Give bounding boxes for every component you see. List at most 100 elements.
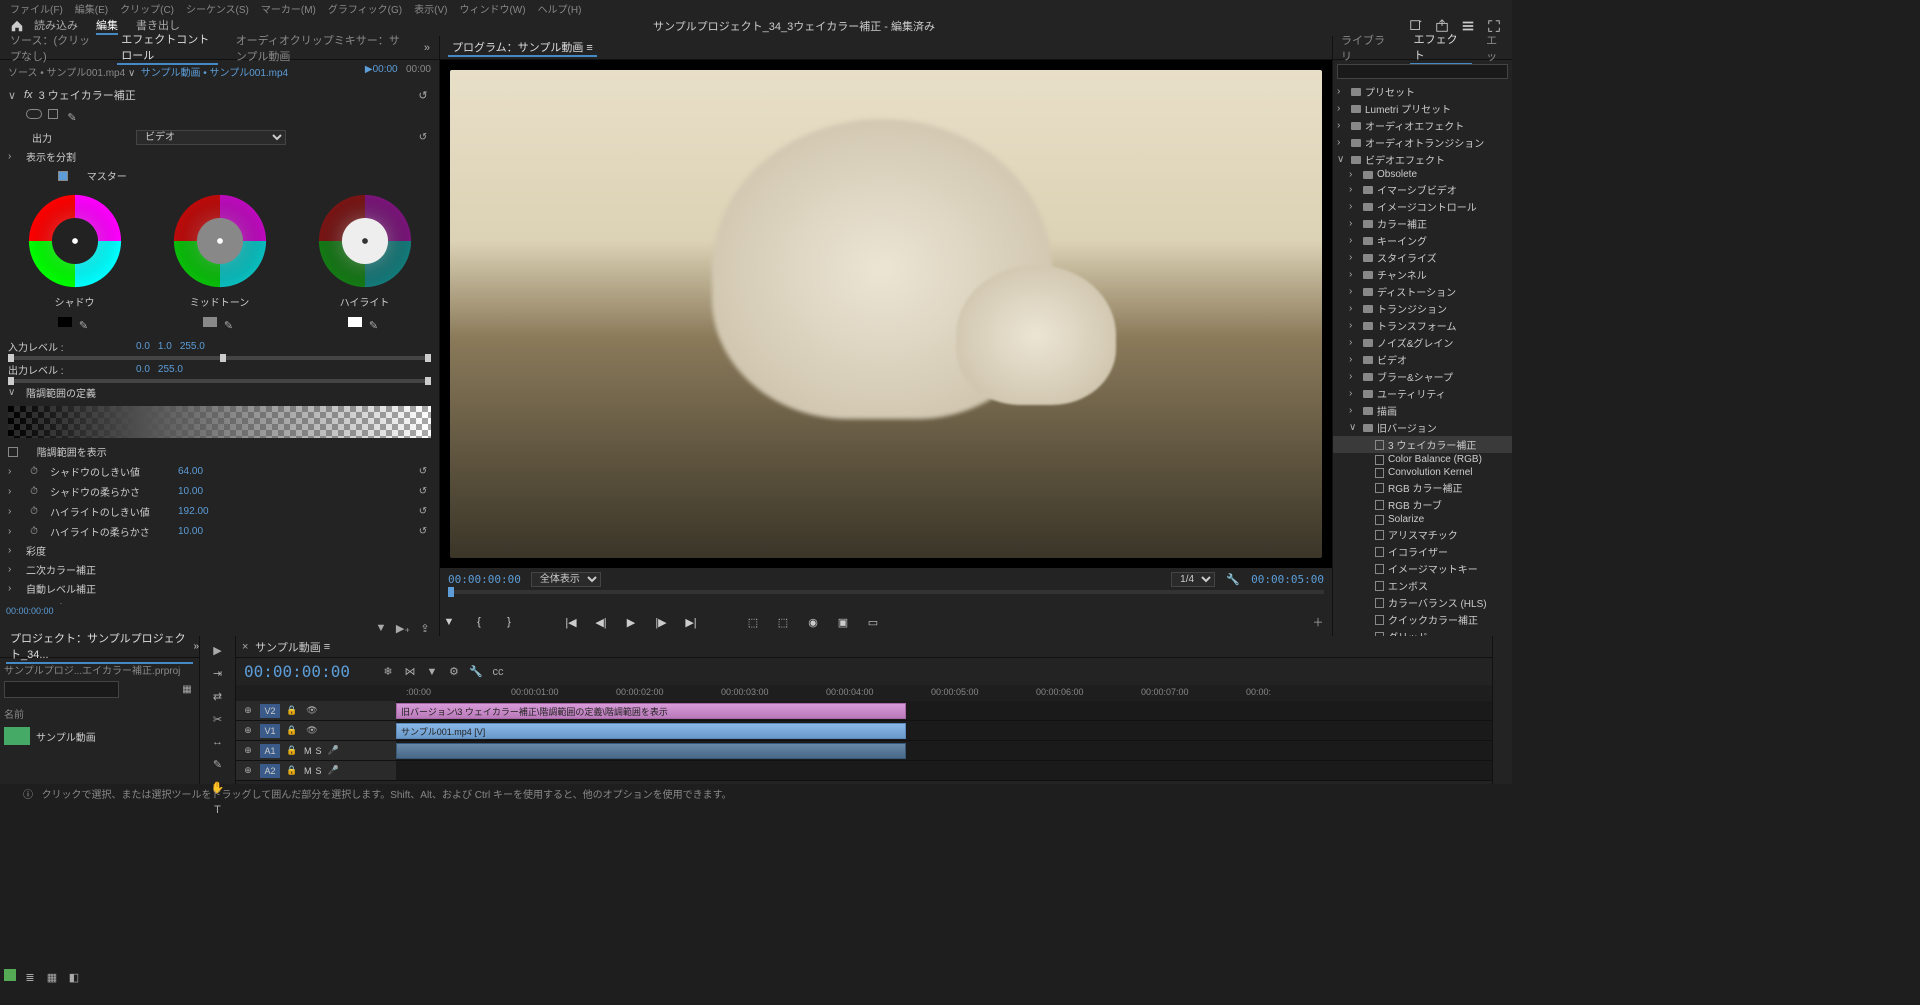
menu-view[interactable]: 表示(V)	[414, 1, 447, 16]
folder-item[interactable]: ›オーディオトランジション	[1333, 134, 1512, 151]
folder-item[interactable]: ›スタイライズ	[1333, 249, 1512, 266]
effect-item[interactable]: エンボス	[1333, 577, 1512, 594]
track-lock-icon[interactable]: 🔒	[284, 703, 300, 719]
new-item-icon[interactable]	[4, 969, 16, 981]
folder-item[interactable]: ›ノイズ&グレイン	[1333, 334, 1512, 351]
effect-item[interactable]: イコライザー	[1333, 543, 1512, 560]
folder-item[interactable]: ›ユーティリティ	[1333, 385, 1512, 402]
slip-tool-icon[interactable]: ↔	[209, 736, 227, 748]
menu-marker[interactable]: マーカー(M)	[261, 1, 316, 16]
icon-view-icon[interactable]: ▦	[44, 969, 60, 985]
input-level-black[interactable]: 0.0	[136, 341, 150, 352]
tonal-range-strip[interactable]	[8, 406, 431, 438]
solo-button[interactable]: S	[316, 746, 322, 756]
eyedropper-icon[interactable]: ✎	[221, 317, 237, 333]
program-monitor[interactable]	[440, 60, 1332, 568]
folder-item[interactable]: ›イマーシブビデオ	[1333, 181, 1512, 198]
track-label[interactable]: A2	[260, 764, 280, 778]
folder-item[interactable]: ›トランスフォーム	[1333, 317, 1512, 334]
stopwatch-icon[interactable]: ⏱	[26, 503, 42, 519]
extract-icon[interactable]: ⬚	[774, 613, 792, 631]
output-level-black[interactable]: 0.0	[136, 364, 150, 375]
track-header[interactable]: ⊕ V2 🔒 👁	[236, 701, 396, 720]
folder-item[interactable]: ›トランジション	[1333, 300, 1512, 317]
param-value[interactable]: 10.00	[178, 486, 203, 497]
tab-audio-mixer[interactable]: オーディオクリップミキサー：サンプル動画	[232, 32, 407, 64]
export-frame-icon[interactable]: ⇪	[417, 620, 433, 636]
wrench-icon[interactable]: 🔧	[1225, 571, 1241, 587]
reset-icon[interactable]: ↺	[415, 87, 431, 103]
track-header[interactable]: ⊕ A2 🔒 MS🎤	[236, 761, 396, 780]
settings-icon[interactable]: ⚙	[446, 664, 462, 680]
list-view-icon[interactable]: ≣	[22, 969, 38, 985]
tab-essential[interactable]: エッ	[1482, 32, 1512, 64]
folder-item[interactable]: ∨ビデオエフェクト	[1333, 151, 1512, 168]
input-level-slider[interactable]	[8, 356, 431, 360]
menu-clip[interactable]: クリップ(C)	[120, 1, 174, 16]
eye-icon[interactable]: 👁	[304, 703, 320, 719]
param-group[interactable]: 自動レベル補正	[26, 581, 146, 596]
ripple-tool-icon[interactable]: ⇄	[209, 690, 227, 703]
button-editor-icon[interactable]: ＋	[1310, 614, 1326, 630]
track-label[interactable]: A1	[260, 744, 280, 758]
step-forward-icon[interactable]: |▶	[652, 613, 670, 631]
play-only-icon[interactable]: ▶₊	[395, 620, 411, 636]
effect-item[interactable]: グリッド	[1333, 628, 1512, 636]
mask-rect-icon[interactable]	[48, 109, 58, 119]
timeline-timecode[interactable]: 00:00:00:00	[236, 658, 358, 685]
mic-icon[interactable]: 🎤	[326, 763, 342, 779]
insert-icon[interactable]: ⊕	[240, 763, 256, 779]
timeline-ruler[interactable]: :00:0000:00:01:0000:00:02:0000:00:03:000…	[236, 685, 1492, 701]
reset-icon[interactable]: ↺	[415, 463, 431, 479]
track-header[interactable]: ⊕ V1 🔒 👁	[236, 721, 396, 740]
shadow-swatch[interactable]	[58, 317, 72, 327]
folder-item[interactable]: ›描画	[1333, 402, 1512, 419]
sequence-tab[interactable]: サンプル動画	[255, 639, 321, 655]
folder-item[interactable]: ›カラー補正	[1333, 215, 1512, 232]
wrench-icon[interactable]: 🔧	[468, 664, 484, 680]
solo-button[interactable]: S	[316, 766, 322, 776]
highlight-swatch[interactable]	[348, 317, 362, 327]
filter-icon[interactable]: ▼	[373, 620, 389, 636]
track-content[interactable]	[396, 761, 1492, 780]
effects-search[interactable]	[1337, 64, 1508, 79]
clip[interactable]: 旧バージョン\3 ウェイカラー補正\階調範囲の定義\階調範囲を表示	[396, 703, 906, 719]
stopwatch-icon[interactable]: ⏱	[26, 523, 42, 539]
folder-item[interactable]: ∨旧バージョン	[1333, 419, 1512, 436]
freeform-view-icon[interactable]: ◧	[66, 969, 82, 985]
project-item[interactable]: サンプル動画	[4, 727, 195, 745]
master-checkbox[interactable]	[58, 171, 68, 181]
param-group[interactable]: 二次カラー補正	[26, 562, 146, 577]
effect-item[interactable]: Color Balance (RGB)	[1333, 453, 1512, 466]
step-back-icon[interactable]: ◀|	[592, 613, 610, 631]
safe-margins-icon[interactable]: ▭	[864, 613, 882, 631]
program-scrubber[interactable]	[448, 590, 1324, 594]
show-tonal-checkbox[interactable]	[8, 447, 18, 457]
razor-tool-icon[interactable]: ✂	[209, 713, 227, 726]
folder-item[interactable]: ›ビデオ	[1333, 351, 1512, 368]
reset-icon[interactable]: ↺	[415, 523, 431, 539]
track-label[interactable]: V1	[260, 724, 280, 738]
go-to-in-icon[interactable]: |◀	[562, 613, 580, 631]
output-level-white[interactable]: 255.0	[158, 364, 183, 375]
effect-item[interactable]: 3 ウェイカラー補正	[1333, 436, 1512, 453]
type-tool-icon[interactable]: T	[209, 804, 227, 816]
export-frame-icon[interactable]: ◉	[804, 613, 822, 631]
tab-project[interactable]: プロジェクト：サンプルプロジェクト_34...	[6, 630, 193, 664]
menu-edit[interactable]: 編集(E)	[75, 1, 108, 16]
project-search[interactable]	[4, 681, 119, 698]
menu-file[interactable]: ファイル(F)	[10, 1, 63, 16]
param-group[interactable]: 彩度	[26, 543, 146, 558]
track-lock-icon[interactable]: 🔒	[284, 763, 300, 779]
mark-in-icon[interactable]: {	[470, 613, 488, 631]
input-level-gamma[interactable]: 1.0	[158, 341, 172, 352]
folder-item[interactable]: ›Lumetri プリセット	[1333, 100, 1512, 117]
insert-icon[interactable]: ⊕	[240, 723, 256, 739]
effect-item[interactable]: Solarize	[1333, 513, 1512, 526]
track-label[interactable]: V2	[260, 704, 280, 718]
go-to-out-icon[interactable]: ▶|	[682, 613, 700, 631]
reset-icon[interactable]: ↺	[415, 503, 431, 519]
linked-selection-icon[interactable]: ⋈	[402, 664, 418, 680]
folder-item[interactable]: ›チャンネル	[1333, 266, 1512, 283]
folder-item[interactable]: ›オーディオエフェクト	[1333, 117, 1512, 134]
